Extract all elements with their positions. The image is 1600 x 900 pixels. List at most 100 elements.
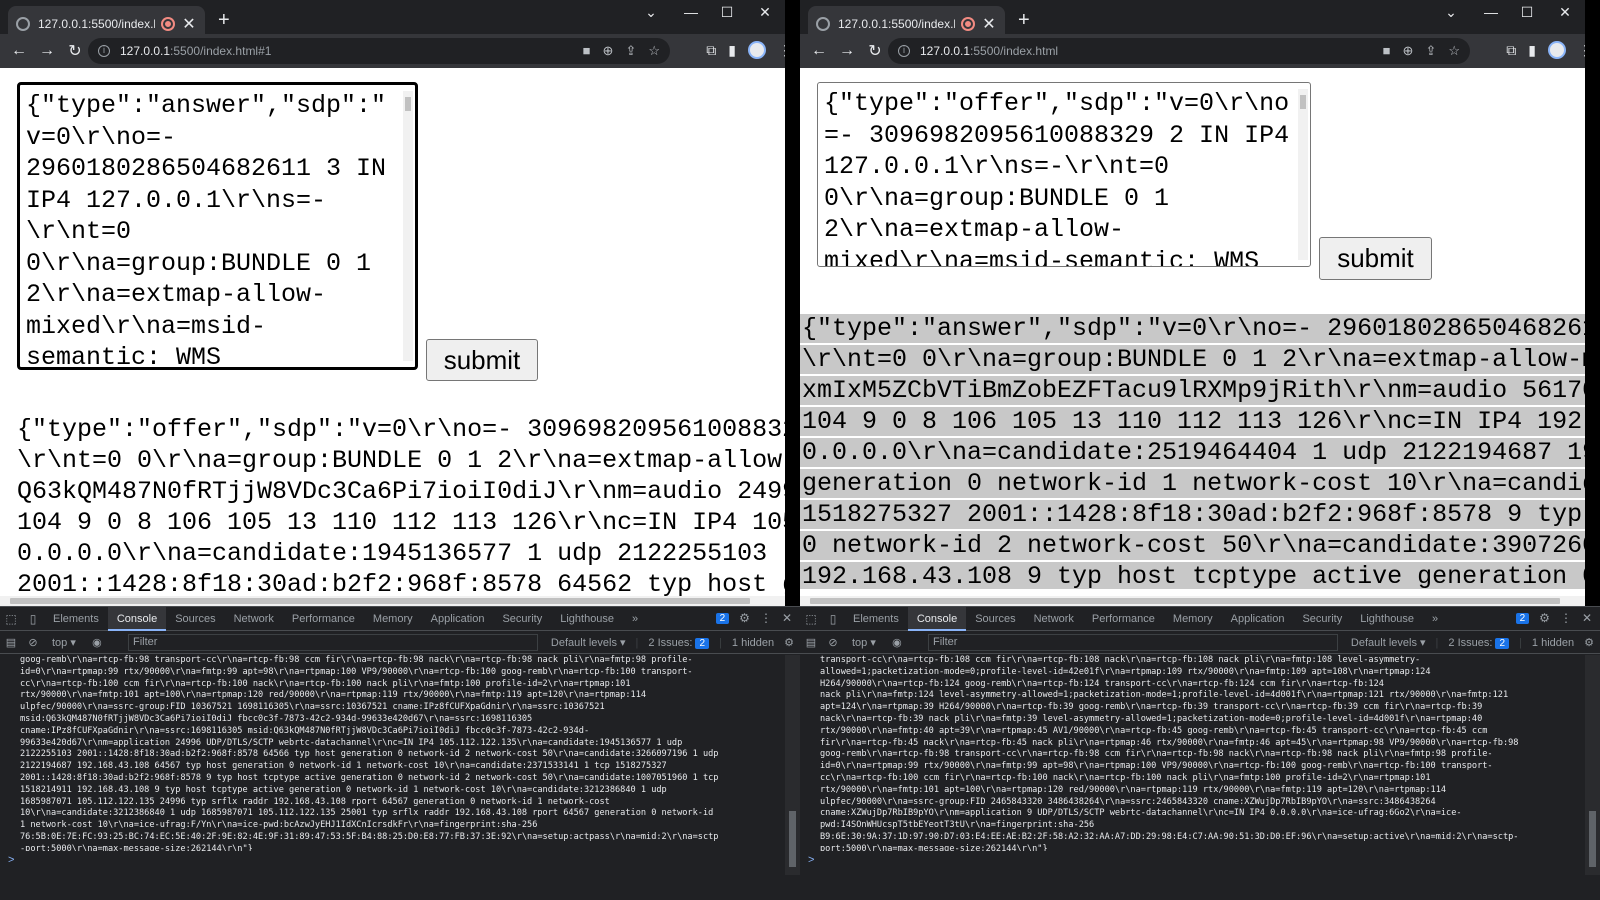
devtools-tab-application[interactable]: Application <box>1222 607 1294 631</box>
inspect-icon[interactable]: ⬚ <box>0 612 22 626</box>
camera-icon[interactable]: ■ <box>1383 43 1391 59</box>
scroll-thumb[interactable] <box>10 598 750 604</box>
reload-button[interactable]: ↻ <box>862 41 888 61</box>
submit-button[interactable]: submit <box>1319 237 1432 280</box>
camera-icon[interactable]: ■ <box>583 43 591 59</box>
devtools-tab-security[interactable]: Security <box>1293 607 1351 631</box>
live-expression-eye-icon[interactable]: ◉ <box>886 636 908 649</box>
device-toolbar-icon[interactable]: ▯ <box>822 612 844 626</box>
tab-close-icon[interactable]: ✕ <box>181 14 197 34</box>
settings-gear-icon[interactable]: ⚙ <box>1539 611 1550 625</box>
close-window-button[interactable]: ✕ <box>1550 4 1580 21</box>
clear-console-icon[interactable]: ⊘ <box>822 636 844 649</box>
console-scrollbar[interactable] <box>1585 655 1600 875</box>
log-levels-dropdown[interactable]: Default levels ▾ <box>551 636 626 649</box>
console-prompt[interactable]: > <box>8 854 14 866</box>
console-scrollbar[interactable] <box>785 655 800 875</box>
zoom-icon[interactable]: ⊕ <box>1403 43 1414 59</box>
sdp-textarea[interactable]: {"type":"answer","sdp":" v=0\r\no=- 2960… <box>17 82 418 370</box>
sidebar-toggle-icon[interactable]: ▤ <box>800 636 822 649</box>
maximize-button[interactable]: ☐ <box>712 4 742 21</box>
devtools-tab-application[interactable]: Application <box>422 607 494 631</box>
console-settings-gear-icon[interactable]: ⚙ <box>784 636 794 649</box>
inspect-icon[interactable]: ⬚ <box>800 612 822 626</box>
device-toolbar-icon[interactable]: ▯ <box>22 612 44 626</box>
page-horizontal-scrollbar[interactable] <box>0 596 785 606</box>
console-scroll-thumb[interactable] <box>789 811 796 867</box>
console-settings-gear-icon[interactable]: ⚙ <box>1584 636 1594 649</box>
devtools-tab-memory[interactable]: Memory <box>364 607 422 631</box>
info-icon[interactable]: i <box>98 45 110 57</box>
extensions-icon[interactable]: ⧉ <box>1506 42 1516 59</box>
page-horizontal-scrollbar[interactable] <box>800 596 1585 606</box>
close-devtools-icon[interactable]: ✕ <box>782 611 792 625</box>
issues-badge[interactable]: 2 <box>1515 612 1530 624</box>
console-filter-input[interactable]: Filter <box>928 634 1338 651</box>
address-bar[interactable]: i 127.0.0.1:5500/index.html ■ ⊕ ⇪ ☆ <box>888 38 1470 64</box>
sdp-textarea[interactable]: {"type":"offer","sdp":"v=0\r\no =- 30969… <box>817 82 1311 267</box>
side-panel-icon[interactable]: ▮ <box>728 42 736 59</box>
back-button[interactable]: ← <box>806 42 832 60</box>
devtools-tab-console[interactable]: Console <box>107 606 167 631</box>
sidebar-toggle-icon[interactable]: ▤ <box>0 636 22 649</box>
tab-search-chevron-icon[interactable]: ⌄ <box>1436 4 1466 21</box>
devtools-menu-icon[interactable]: ⋮ <box>760 611 772 625</box>
log-levels-dropdown[interactable]: Default levels ▾ <box>1351 636 1426 649</box>
console-prompt[interactable]: > <box>808 854 814 866</box>
bookmark-star-icon[interactable]: ☆ <box>1448 43 1460 59</box>
devtools-tab-security[interactable]: Security <box>493 607 551 631</box>
console-filter-input[interactable]: Filter <box>128 634 538 651</box>
devtools-tab-memory[interactable]: Memory <box>1164 607 1222 631</box>
issues-link[interactable]: 2 Issues: 2 <box>648 637 710 649</box>
devtools-tab-performance[interactable]: Performance <box>283 607 364 631</box>
side-panel-icon[interactable]: ▮ <box>1528 42 1536 59</box>
devtools-menu-icon[interactable]: ⋮ <box>1560 611 1572 625</box>
scroll-thumb[interactable] <box>810 598 1560 604</box>
avatar[interactable] <box>1548 41 1566 59</box>
clear-console-icon[interactable]: ⊘ <box>22 636 44 649</box>
textarea-scrollbar[interactable] <box>403 91 413 361</box>
devtools-tab-console[interactable]: Console <box>907 606 967 631</box>
devtools-tab-sources[interactable]: Sources <box>166 607 224 631</box>
live-expression-eye-icon[interactable]: ◉ <box>86 636 108 649</box>
more-tabs-button[interactable]: » <box>1423 607 1447 631</box>
issues-link[interactable]: 2 Issues: 2 <box>1448 637 1510 649</box>
devtools-tab-lighthouse[interactable]: Lighthouse <box>551 607 623 631</box>
zoom-icon[interactable]: ⊕ <box>603 43 614 59</box>
devtools-tab-network[interactable]: Network <box>1025 607 1083 631</box>
devtools-tab-performance[interactable]: Performance <box>1083 607 1164 631</box>
forward-button[interactable]: → <box>834 42 860 60</box>
minimize-button[interactable]: — <box>676 4 706 20</box>
tab-search-chevron-icon[interactable]: ⌄ <box>636 4 666 21</box>
back-button[interactable]: ← <box>6 42 32 60</box>
new-tab-button[interactable]: + <box>1018 10 1030 30</box>
extensions-icon[interactable]: ⧉ <box>706 42 716 59</box>
close-window-button[interactable]: ✕ <box>750 4 780 21</box>
avatar[interactable] <box>748 41 766 59</box>
devtools-tab-lighthouse[interactable]: Lighthouse <box>1351 607 1423 631</box>
context-selector[interactable]: top ▾ <box>52 636 76 649</box>
new-tab-button[interactable]: + <box>218 10 230 30</box>
settings-gear-icon[interactable]: ⚙ <box>739 611 750 625</box>
textarea-scrollbar[interactable] <box>1298 89 1308 260</box>
bookmark-star-icon[interactable]: ☆ <box>648 43 660 59</box>
tab-close-icon[interactable]: ✕ <box>981 14 997 34</box>
minimize-button[interactable]: — <box>1476 4 1506 20</box>
context-selector[interactable]: top ▾ <box>852 636 876 649</box>
share-icon[interactable]: ⇪ <box>1425 43 1436 59</box>
devtools-tab-network[interactable]: Network <box>225 607 283 631</box>
console-scroll-thumb[interactable] <box>1589 811 1596 867</box>
address-bar[interactable]: i 127.0.0.1:5500/index.html#1 ■ ⊕ ⇪ ☆ <box>88 38 670 64</box>
maximize-button[interactable]: ☐ <box>1512 4 1542 21</box>
issues-badge[interactable]: 2 <box>715 612 730 624</box>
more-tabs-button[interactable]: » <box>623 607 647 631</box>
info-icon[interactable]: i <box>898 45 910 57</box>
forward-button[interactable]: → <box>34 42 60 60</box>
submit-button[interactable]: submit <box>426 339 538 381</box>
share-icon[interactable]: ⇪ <box>625 43 636 59</box>
devtools-tab-elements[interactable]: Elements <box>44 607 108 631</box>
devtools-tab-sources[interactable]: Sources <box>966 607 1024 631</box>
devtools-tab-elements[interactable]: Elements <box>844 607 908 631</box>
close-devtools-icon[interactable]: ✕ <box>1582 611 1592 625</box>
reload-button[interactable]: ↻ <box>62 41 88 61</box>
